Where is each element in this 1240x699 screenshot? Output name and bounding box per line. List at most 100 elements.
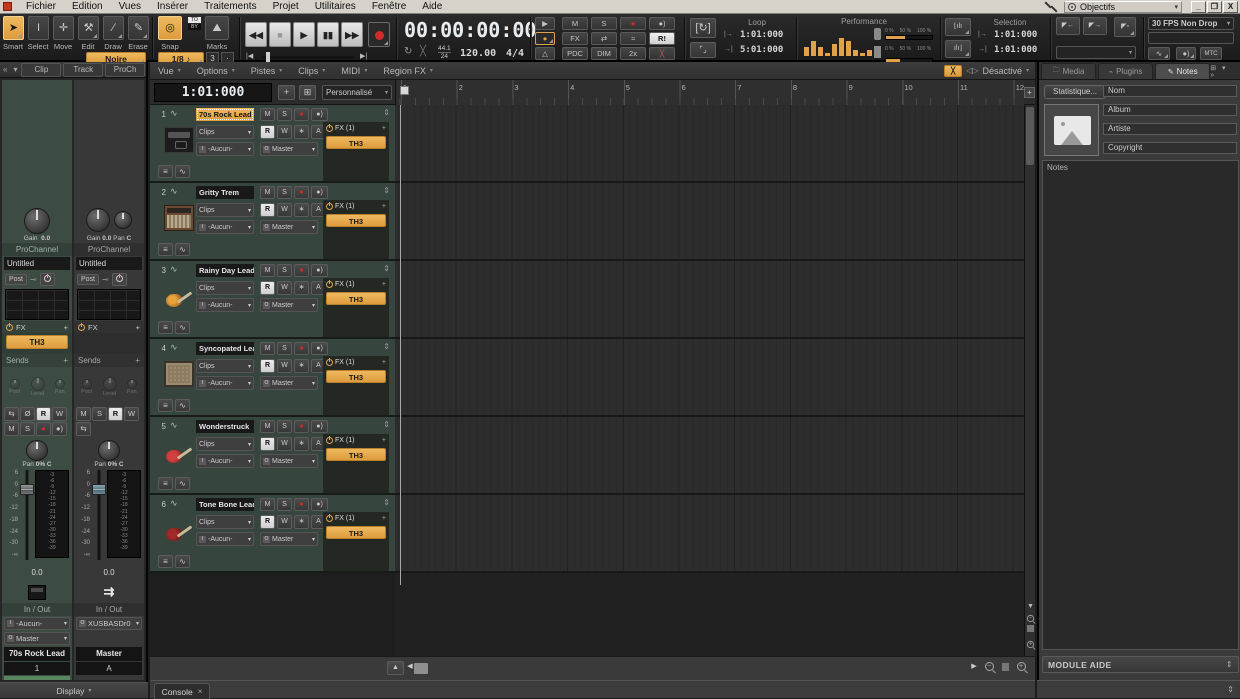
track-name[interactable]: 70s Rock Lead	[196, 108, 254, 121]
marks-button[interactable]: ⛰	[205, 16, 229, 40]
freeze-button[interactable]: ∗	[294, 281, 309, 295]
solo-button[interactable]: S	[20, 422, 35, 436]
freeze-button[interactable]: ∗	[294, 515, 309, 529]
track-header[interactable]: 3 ∿ Rainy Day Lead M S ● ●) ⇕ Clips▾ R W…	[150, 261, 395, 339]
mute-button[interactable]: M	[260, 420, 275, 433]
field-artiste[interactable]: Artiste	[1103, 123, 1237, 135]
input-monitor-icon[interactable]: ╳	[420, 46, 426, 57]
menu-inserer[interactable]: Insérer	[149, 0, 196, 14]
fx-power-icon[interactable]	[78, 324, 85, 331]
clips-pane[interactable]	[395, 105, 1024, 656]
fx-power-icon[interactable]	[326, 203, 333, 210]
smart-tool-button[interactable]: ➤	[3, 16, 24, 40]
go-end-button[interactable]: ▶|	[360, 52, 367, 60]
prochannel-header[interactable]: ProChannel	[74, 243, 144, 256]
ffwd-button[interactable]: ▶▶	[341, 22, 363, 47]
loop-toggle-button[interactable]: [↻]	[690, 18, 716, 38]
pan-knob[interactable]	[98, 440, 120, 461]
record-arm-button[interactable]: ●	[294, 498, 309, 511]
scroll-down-icon[interactable]: ▼	[1025, 601, 1036, 612]
expand-track-icon[interactable]: ⇕	[383, 108, 390, 117]
track-icon[interactable]	[164, 127, 194, 153]
snap-button[interactable]: ◎	[158, 16, 182, 40]
field-album[interactable]: Album	[1103, 104, 1237, 116]
freeze-button[interactable]: ∗	[294, 125, 309, 139]
playhead-handle[interactable]	[400, 86, 409, 95]
strip-name[interactable]: Master	[76, 647, 142, 661]
phase-button[interactable]: Ø	[20, 407, 35, 421]
now-time-display[interactable]: 1:01:000	[154, 83, 272, 102]
read-button[interactable]: R	[260, 125, 275, 139]
tempo-display[interactable]: 120.00	[460, 48, 496, 59]
fx-add-icon[interactable]: +	[382, 203, 386, 210]
record-arm-button[interactable]: ●	[294, 342, 309, 355]
statistics-button[interactable]: Statistique...	[1044, 85, 1106, 99]
fader-thumb[interactable]	[20, 484, 34, 495]
bus-pan-knob[interactable]	[114, 211, 132, 229]
fx-add-icon[interactable]: +	[382, 281, 386, 288]
automation-lane-button[interactable]: ∿	[175, 243, 190, 256]
bus-gain-knob[interactable]	[86, 208, 110, 232]
erase-tool-button[interactable]: ✎	[128, 16, 149, 40]
solo-button[interactable]: S	[277, 420, 292, 433]
track-header[interactable]: 4 ∿ Syncopated Lead M S ● ●) ⇕ Clips▾ R …	[150, 339, 395, 417]
notes-textarea[interactable]: Notes	[1042, 160, 1239, 650]
solo-button[interactable]: S	[277, 498, 292, 511]
input-dropdown[interactable]: I-Aucun-▾	[196, 220, 254, 234]
display-dropdown[interactable]: Display▾	[0, 682, 148, 698]
mute-speaker-button[interactable]: ╳	[649, 47, 675, 60]
fx-bin[interactable]: FX (1) + TH3	[323, 278, 389, 337]
fx-plugin-chip[interactable]: TH3	[326, 136, 386, 149]
sync-icon[interactable]: ↻	[404, 46, 412, 57]
read-button[interactable]: R	[260, 437, 275, 451]
output-dropdown[interactable]: OMaster▾	[260, 220, 318, 234]
smpte-field[interactable]	[1148, 32, 1234, 44]
horizontal-scrollbar[interactable]: ▲ ◀ ▶ − +	[150, 656, 1035, 680]
menu-midi[interactable]: MIDI▾	[333, 66, 375, 76]
automation-collapse-button[interactable]: ≡	[158, 243, 173, 256]
tab-plugins[interactable]: ⌁Plugins	[1098, 63, 1153, 79]
write-button[interactable]: W	[277, 437, 292, 451]
ruler-zoom-add-button[interactable]: +	[1024, 87, 1035, 98]
marker-add-button[interactable]: ◤▫	[1114, 17, 1136, 37]
horizontal-scrollbar-thumb[interactable]	[414, 663, 428, 674]
automation-lane-button[interactable]: ∿	[175, 477, 190, 490]
fx-plugin-chip[interactable]: TH3	[326, 214, 386, 227]
freeze-button[interactable]: ∗	[294, 359, 309, 373]
clip-lane[interactable]	[395, 105, 1024, 183]
menu-projet[interactable]: Projet	[265, 0, 307, 14]
post-button[interactable]: Post	[77, 274, 99, 285]
post-button[interactable]: Post	[5, 274, 27, 285]
solo-button[interactable]: S	[277, 342, 292, 355]
v-zoom-out-button[interactable]: −	[1025, 613, 1036, 624]
clip-lane[interactable]	[395, 495, 1024, 573]
fx-bin[interactable]: FX (1) + TH3	[323, 434, 389, 493]
track-header[interactable]: 5 ∿ Wonderstruck M S ● ●) ⇕ Clips▾ R W ∗…	[150, 417, 395, 495]
power-button[interactable]	[40, 273, 55, 286]
v-zoom-slider[interactable]	[1025, 625, 1036, 636]
fx-bin[interactable]	[74, 333, 144, 354]
scroll-right-icon[interactable]: ▶	[970, 661, 978, 675]
go-start-button[interactable]: |◀	[246, 52, 253, 60]
input-dropdown[interactable]: I-Aucun-▾	[196, 532, 254, 546]
track-name[interactable]: Syncopated Lead	[196, 342, 254, 355]
loop-end[interactable]: 5:01:000	[740, 45, 783, 55]
loop-start[interactable]: 1:01:000	[740, 30, 783, 40]
fx-global-button[interactable]: FX	[562, 32, 588, 45]
expand-icon[interactable]: ⇕	[1227, 685, 1234, 694]
field-copyright[interactable]: Copyright	[1103, 142, 1237, 154]
solo-all-button[interactable]: S	[591, 17, 617, 30]
automation-collapse-button[interactable]: ≡	[158, 165, 173, 178]
io-header[interactable]: In / Out	[2, 603, 72, 616]
speaker-button[interactable]: ●)	[1176, 47, 1196, 60]
write-button[interactable]: W	[52, 407, 67, 421]
selection-end[interactable]: 1:01:000	[994, 45, 1037, 55]
close-icon[interactable]: ×	[198, 687, 203, 696]
automation-lane-button[interactable]: ∿	[175, 399, 190, 412]
expand-track-icon[interactable]: ⇕	[383, 342, 390, 351]
menu-fenetre[interactable]: Fenêtre	[364, 0, 414, 14]
clip-lane[interactable]	[395, 339, 1024, 417]
clips-dropdown[interactable]: Clips▾	[196, 437, 254, 451]
pdc-button[interactable]: PDC	[562, 47, 588, 60]
help-module-bar[interactable]: MODULE AIDE⇕	[1042, 656, 1239, 673]
